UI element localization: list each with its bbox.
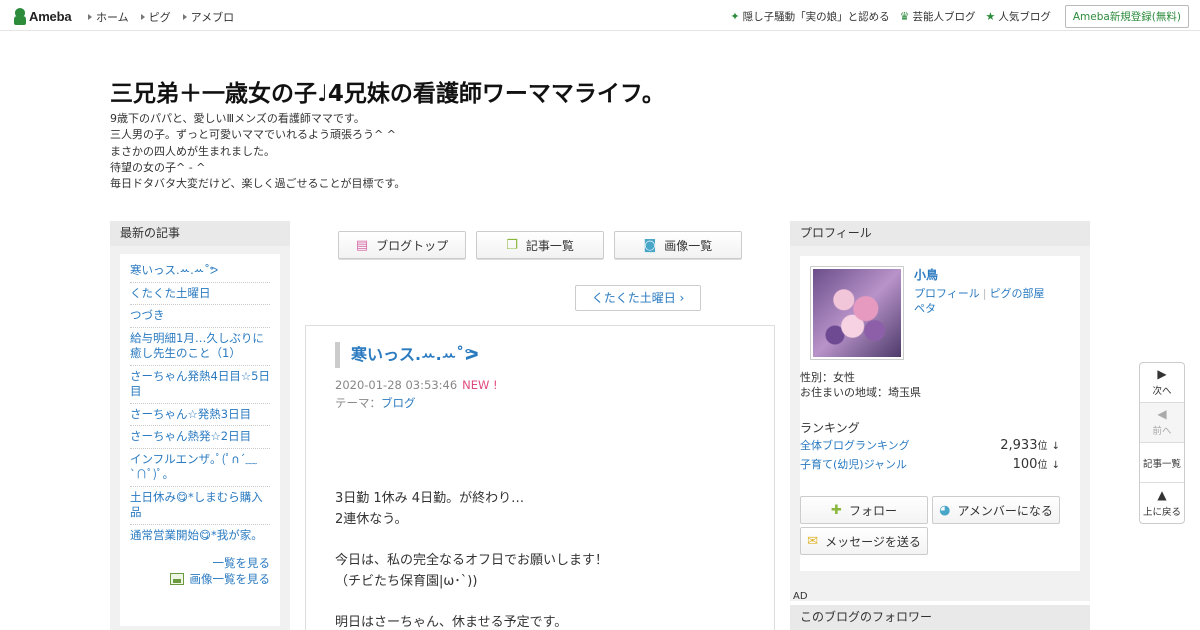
avatar[interactable] — [810, 266, 904, 360]
global-nav: ホーム ピグ アメブロ — [88, 9, 246, 25]
avatar-image — [813, 269, 901, 357]
plus-icon: ✚ — [831, 502, 842, 518]
sparkle-icon: ✦ — [730, 10, 740, 23]
profile-links: プロフィール | ピグの部屋 ペタ — [914, 287, 1045, 315]
prev-button[interactable]: ◀ 前へ — [1140, 403, 1184, 443]
profile-link[interactable]: プロフィール — [914, 287, 980, 300]
amember-button[interactable]: ◕ アメンバーになる — [932, 496, 1060, 524]
logo-text: Ameba — [29, 8, 72, 24]
ameba-logo-icon — [13, 7, 27, 25]
blog-description-line: 待望の女の子^ - ^ — [110, 160, 206, 174]
blog-description-line: 9歳下のパパと、愛しいⅢメンズの看護師ママです。 — [110, 112, 365, 125]
global-header: Ameba ホーム ピグ アメブロ ✦ 隠し子騒動「実の娘」と認める ♛ 芸能人ブロ… — [0, 0, 1200, 31]
blog-description-line: 三人男の子。ずっと可愛いママでいれるよう頑張ろう^ ^ — [110, 128, 396, 142]
ameba-logo[interactable]: Ameba — [13, 7, 72, 25]
trending-news-link[interactable]: ✦ 隠し子騒動「実の娘」と認める — [730, 9, 889, 24]
list-icon: ❐ — [506, 237, 518, 253]
blog-description: 9歳下のパパと、愛しいⅢメンズの看護師ママです。 三人男の子。ずっと可愛いママで… — [110, 111, 405, 192]
nav-ameblo[interactable]: アメブロ — [182, 9, 234, 25]
send-message-button[interactable]: ✉ メッセージを送る — [800, 527, 928, 555]
star-icon: ★ — [985, 10, 996, 23]
image-list-icon — [169, 573, 184, 585]
image-list-button[interactable]: ◙ 画像一覧 — [614, 231, 742, 259]
triangle-right-icon — [88, 14, 92, 20]
blog-nav-buttons: ▤ ブログトップ ❐ 記事一覧 ◙ 画像一覧 — [338, 231, 752, 259]
recent-post-item[interactable]: 通常営業開始😋*我が家。 — [130, 525, 270, 547]
ad-label: AD — [793, 591, 808, 602]
profile-name[interactable]: 小鳥 — [914, 266, 938, 283]
recent-post-item[interactable]: つづき — [130, 305, 270, 328]
ranking-value: 2,933位 ↓ — [1000, 438, 1060, 453]
recent-posts-heading: 最新の記事 — [110, 221, 290, 246]
ranking-heading: ランキング — [800, 421, 860, 435]
rank-down-icon: ↓ — [1051, 460, 1060, 471]
celebrity-blog-link[interactable]: ♛ 芸能人ブログ — [900, 9, 976, 24]
nav-home[interactable]: ホーム — [88, 9, 129, 25]
post-list-button[interactable]: ❐ 記事一覧 — [476, 231, 604, 259]
article: 寒いっス.ꕀ.ꕀ˚ᕗ 2020-01-28 03:53:46 NEW ! テーマ：… — [305, 325, 775, 630]
recent-posts-list: 寒いっス.ꕀ.ꕀ˚ᕗ くたくた土曜日 つづき 給与明細1月…久しぶりに癒し先生の… — [130, 260, 270, 546]
recent-post-item[interactable]: 寒いっス.ꕀ.ꕀ˚ᕗ — [130, 260, 270, 283]
triangle-right-icon — [140, 14, 145, 20]
see-all-images-link[interactable]: 画像一覧を見る — [130, 571, 270, 587]
camera-icon: ◙ — [643, 237, 657, 253]
post-list-float-button[interactable]: 記事一覧 — [1140, 443, 1184, 483]
follow-button[interactable]: ✚ フォロー — [800, 496, 928, 524]
new-badge: NEW ! — [462, 378, 498, 392]
ranking-value: 100位 ↓ — [1012, 457, 1060, 472]
recent-post-item[interactable]: インフルエンザ｡ﾟ(ﾟ∩´﹏`∩ﾟ)ﾟ｡ — [130, 449, 270, 487]
region: お住まいの地域：埼玉県 — [800, 386, 921, 399]
signup-button[interactable]: Ameba新規登録(無料) — [1064, 5, 1189, 28]
article-date: 2020-01-28 03:53:46 NEW ! — [335, 378, 498, 392]
nav-pig[interactable]: ピグ — [140, 9, 171, 25]
profile-details: 性別：女性 お住まいの地域：埼玉県 — [800, 370, 921, 400]
recent-post-item[interactable]: さーちゃん熱発☆2日目 — [130, 426, 270, 449]
see-all-posts-link[interactable]: 一覧を見る — [130, 555, 271, 571]
arrow-up-icon: ▲ — [1157, 487, 1167, 502]
recent-post-item[interactable]: さーちゃん発熱4日目☆5日目 — [130, 366, 270, 404]
article-body: 3日勤 1休み 4日勤。が終わり… 2連休なう。 今日は、私の完全なるオフ日でお… — [335, 491, 609, 630]
triangle-right-icon — [182, 14, 187, 20]
recent-posts-panel: 最新の記事 寒いっス.ꕀ.ꕀ˚ᕗ くたくた土曜日 つづき 給与明細1月…久しぶり… — [110, 221, 290, 630]
back-to-top-button[interactable]: ▲ 上に戻る — [1140, 483, 1184, 523]
article-theme: テーマ：ブログ — [335, 396, 416, 410]
ranking-row-overall: 全体ブログランキング 2,933位 ↓ — [800, 437, 1060, 453]
floating-nav: ▶ 次へ ◀ 前へ 記事一覧 ▲ 上に戻る — [1139, 362, 1185, 524]
peta-link[interactable]: ペタ — [914, 302, 936, 315]
gender: 性別：女性 — [800, 371, 855, 384]
next-button[interactable]: ▶ 次へ — [1140, 363, 1184, 403]
recent-post-item[interactable]: くたくた土曜日 — [130, 283, 270, 305]
blog-title[interactable]: 三兄弟＋一歳女の子♩4兄妹の看護師ワーママライフ。 — [110, 74, 665, 108]
popular-blog-link[interactable]: ★ 人気ブログ — [985, 9, 1050, 24]
recent-post-item[interactable]: さーちゃん☆発熱3日目 — [130, 404, 270, 426]
blog-description-line: まさかの四人めが生まれました。 — [110, 144, 275, 158]
article-title[interactable]: 寒いっス.ꕀ.ꕀ˚ᕗ — [335, 342, 479, 368]
blog-description-line: 毎日ドタバタ大変だけど、楽しく過ごせることが目標です。 — [110, 177, 406, 191]
next-post-link[interactable]: くたくた土曜日 › — [575, 285, 701, 311]
profile-panel: プロフィール 小鳥 プロフィール | ピグの部屋 ペタ 性別：女性 お住まいの地域：… — [790, 221, 1090, 601]
profile-heading: プロフィール — [790, 221, 1090, 246]
ranking-row-genre: 子育て(幼児)ジャンル 100位 ↓ — [800, 456, 1060, 472]
document-icon: ▤ — [355, 237, 369, 253]
pig-room-link[interactable]: ピグの部屋 — [990, 287, 1045, 300]
recent-post-item[interactable]: 給与明細1月…久しぶりに癒し先生のこと（1） — [130, 328, 270, 366]
followers-heading: このブログのフォロワー — [790, 605, 1090, 630]
header-right-links: ✦ 隠し子騒動「実の娘」と認める ♛ 芸能人ブログ ★ 人気ブログ Ameba新規登録… — [730, 5, 1189, 28]
theme-link[interactable]: ブログ — [381, 396, 416, 410]
recent-post-item[interactable]: 土日休み😋*しまむら購入品 — [130, 487, 270, 525]
rank-down-icon: ↓ — [1051, 441, 1060, 452]
blog-top-button[interactable]: ▤ ブログトップ — [338, 231, 466, 259]
chat-bubble-icon: ◕ — [939, 502, 951, 518]
ranking-label[interactable]: 全体ブログランキング — [800, 437, 910, 453]
crown-icon: ♛ — [899, 10, 910, 23]
arrow-left-icon: ◀ — [1157, 407, 1167, 421]
ranking-label[interactable]: 子育て(幼児)ジャンル — [800, 456, 907, 472]
arrow-right-icon: ▶ — [1157, 367, 1167, 381]
envelope-icon: ✉ — [807, 533, 819, 549]
